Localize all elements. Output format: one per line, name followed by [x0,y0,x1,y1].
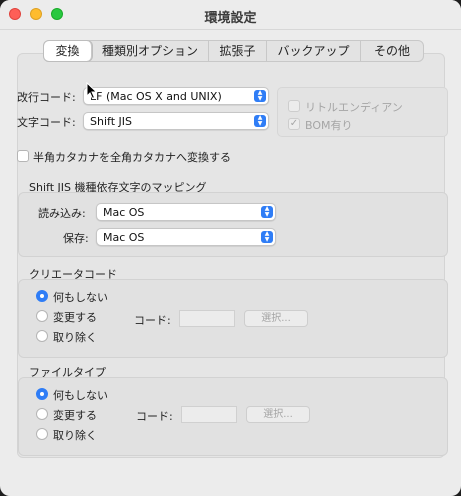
up-down-chevron-icon: ▲ ▼ [261,231,273,243]
up-down-chevron-icon: ▲ ▼ [254,90,266,102]
creator-option-label: 何もしない [53,291,108,304]
newline-label: 改行コード: [17,91,76,104]
newline-value: LF (Mac OS X and UNIX) [90,90,222,103]
filetype-group: 何もしない 変更する 取り除く コード: 選択... [18,377,448,456]
filetype-option-label: 何もしない [53,389,108,402]
save-label: 保存: [63,232,89,245]
filetype-option-label: 取り除く [53,429,97,442]
read-popup[interactable]: Mac OS ▲ ▼ [96,203,276,221]
up-down-chevron-icon: ▲ ▼ [254,115,266,127]
creator-option-label: 取り除く [53,331,97,344]
charset-value: Shift JIS [90,115,132,128]
creator-code-field[interactable] [179,310,235,327]
tab-conversion[interactable]: 変換 [44,41,92,61]
filetype-select-button[interactable]: 選択... [246,406,310,423]
little-endian-label: リトルエンディアン [305,101,403,114]
newline-popup[interactable]: LF (Mac OS X and UNIX) ▲ ▼ [83,87,269,105]
filetype-option-label: 変更する [53,409,97,422]
filetype-radio-nothing[interactable] [36,388,48,400]
little-endian-checkbox[interactable] [288,100,300,112]
save-popup[interactable]: Mac OS ▲ ▼ [96,228,276,246]
tab-type-options[interactable]: 種類別オプション [92,41,209,61]
charset-popup[interactable]: Shift JIS ▲ ▼ [83,112,269,130]
window-title: 環境設定 [204,11,257,26]
read-label: 読み込み: [38,207,86,220]
bom-checkbox[interactable]: ✓ [288,118,300,130]
filetype-code-field[interactable] [181,406,237,423]
creator-code-label: コード: [134,314,171,327]
preferences-window: 環境設定 変換 種類別オプション 拡張子 バックアップ その他 改行コード: L… [0,0,461,496]
creator-radio-change[interactable] [36,310,48,322]
read-value: Mac OS [103,206,145,219]
endian-options-box: リトルエンディアン ✓ BOM有り [277,87,448,137]
mapping-group: 読み込み: Mac OS ▲ ▼ 保存: Mac OS ▲ ▼ [18,192,448,257]
creator-option-label: 変更する [53,311,97,324]
hankaku-label: 半角カタカナを全角カタカナへ変換する [33,151,231,164]
tab-bar: 変換 種類別オプション 拡張子 バックアップ その他 [43,40,424,62]
creator-radio-remove[interactable] [36,330,48,342]
up-down-chevron-icon: ▲ ▼ [261,206,273,218]
charset-label: 文字コード: [17,116,76,129]
creator-select-button[interactable]: 選択... [244,310,308,327]
creator-group: 何もしない 変更する 取り除く コード: 選択... [18,279,448,358]
mouse-pointer-icon [86,82,98,100]
tab-backup[interactable]: バックアップ [267,41,361,61]
bom-label: BOM有り [305,119,353,132]
title-bar: 環境設定 [0,0,461,30]
checkmark-icon: ✓ [289,118,299,129]
save-value: Mac OS [103,231,145,244]
hankaku-checkbox[interactable] [17,150,29,162]
creator-radio-nothing[interactable] [36,290,48,302]
tab-extensions[interactable]: 拡張子 [209,41,267,61]
tab-other[interactable]: その他 [361,41,423,61]
filetype-radio-remove[interactable] [36,428,48,440]
filetype-code-label: コード: [136,410,173,423]
filetype-radio-change[interactable] [36,408,48,420]
